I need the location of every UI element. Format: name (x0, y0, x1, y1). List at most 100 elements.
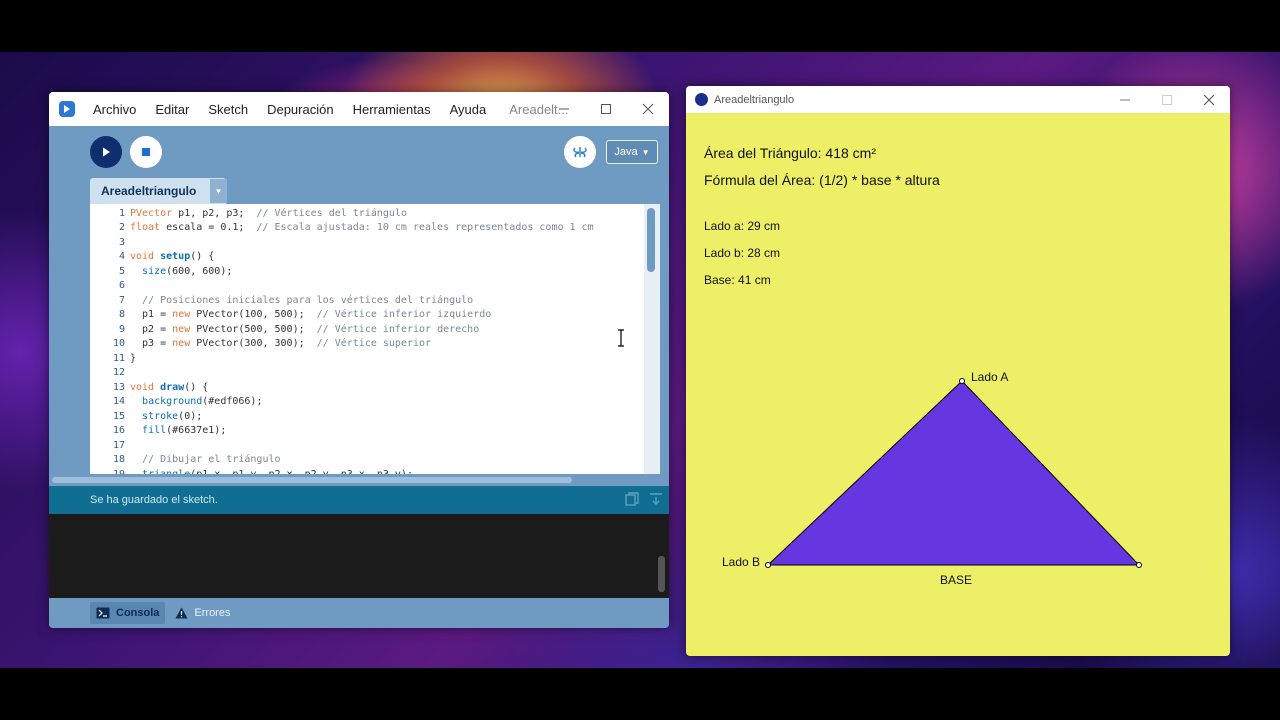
maximize-icon (601, 104, 611, 114)
code-line: 8 p1 = new PVector(100, 500); // Vértice… (90, 308, 644, 323)
mode-selector[interactable]: Java ▼ (606, 140, 658, 164)
line-number: 5 (118, 265, 125, 277)
code-text: p3 = new PVector(300, 300); // Vértice s… (130, 338, 432, 350)
vertex-b-handle[interactable] (765, 562, 771, 568)
processing-ide-window: Archivo Editar Sketch Depuración Herrami… (49, 92, 669, 628)
menu-sketch[interactable]: Sketch (208, 102, 248, 117)
line-number: 15 (112, 410, 125, 422)
scrollbar-thumb[interactable] (52, 477, 572, 483)
triangle-shape (766, 380, 1141, 566)
code-text: // Posiciones iniciales para los vértice… (142, 294, 474, 306)
ide-toolbar: Java ▼ (49, 126, 669, 174)
code-text: float escala = 0.1; // Escala ajustada: … (130, 222, 594, 234)
ide-window-controls (543, 92, 669, 126)
editor-horizontal-scrollbar[interactable] (49, 474, 669, 486)
chevron-down-icon: ▼ (214, 186, 223, 196)
ide-titlebar: Archivo Editar Sketch Depuración Herrami… (49, 92, 669, 126)
minimize-button[interactable] (1104, 86, 1146, 113)
line-number: 1 (118, 207, 125, 219)
code-text: p2 = new PVector(500, 500); // Vértice i… (130, 323, 480, 335)
close-icon (642, 103, 654, 115)
maximize-button[interactable] (1146, 86, 1188, 113)
line-number: 13 (112, 381, 125, 393)
butterfly-icon (573, 147, 587, 158)
stop-button[interactable] (130, 136, 162, 168)
line-number: 7 (118, 294, 125, 306)
line-number: 18 (112, 454, 125, 466)
code-line: 15 stroke(0); (90, 409, 644, 424)
code-text: void draw() { (130, 381, 209, 393)
code-text: void setup() { (130, 251, 215, 263)
status-bar: Se ha guardado el sketch. (49, 486, 669, 514)
processing-logo-icon (59, 101, 75, 117)
vertex-base-right-handle[interactable] (1136, 562, 1142, 568)
code-editor[interactable]: 1 PVector p1, p2, p3; // Vértices del tri… (90, 204, 644, 474)
status-icons (625, 492, 663, 506)
code-text: size(600, 600); (142, 265, 233, 277)
editor-vertical-scrollbar[interactable] (644, 204, 660, 474)
menu-depuracion[interactable]: Depuración (267, 102, 334, 117)
code-line: 6 (90, 279, 644, 294)
maximize-button[interactable] (585, 92, 627, 126)
line-number: 17 (112, 439, 125, 451)
console-tabs: Consola Errores (49, 598, 669, 628)
debugger-button[interactable] (564, 136, 596, 168)
line-number: 3 (118, 236, 125, 248)
console-scrollbar-thumb[interactable] (658, 556, 665, 592)
line-number: 11 (112, 352, 125, 364)
close-button[interactable] (1188, 86, 1230, 113)
code-line: 2 float escala = 0.1; // Escala ajustada:… (90, 221, 644, 236)
code-line: 10 p3 = new PVector(300, 300); // Vértic… (90, 337, 644, 352)
copy-icon[interactable] (625, 492, 639, 506)
code-line: 4 void setup() { (90, 250, 644, 265)
line-number: 14 (112, 396, 125, 408)
code-line: 19 triangle(p1.x, p1.y, p2.x, p2.y, p3.x… (90, 467, 644, 474)
tab-sketch-file[interactable]: Areadeltriangulo (90, 178, 226, 204)
sketch-titlebar: Areadeltriangulo (686, 86, 1230, 113)
menu-ayuda[interactable]: Ayuda (450, 102, 487, 117)
line-number: 8 (118, 309, 125, 321)
terminal-icon (96, 607, 110, 619)
vertex-a-handle[interactable] (959, 378, 965, 384)
code-text: p1 = new PVector(100, 500); // Vértice i… (130, 309, 492, 321)
text-cursor-icon (618, 329, 624, 347)
label-lado-a: Lado A (971, 370, 1009, 384)
sketch-output-window: Areadeltriangulo Área del Triángulo: 418… (686, 86, 1230, 656)
line-number: 12 (112, 367, 125, 379)
line-number: 2 (118, 222, 125, 234)
code-line: 3 (90, 235, 644, 250)
tab-consola-label: Consola (116, 607, 160, 619)
scrollbar-thumb[interactable] (647, 208, 655, 272)
tab-errores-label: Errores (194, 607, 231, 619)
play-icon (103, 147, 110, 157)
code-line: 1 PVector p1, p2, p3; // Vértices del tri… (90, 206, 644, 221)
code-line: 16 fill(#6637e1); (90, 424, 644, 439)
tab-errores[interactable]: Errores (169, 602, 236, 624)
run-button[interactable] (90, 136, 122, 168)
chevron-down-icon: ▼ (641, 147, 650, 157)
status-message: Se ha guardado el sketch. (90, 494, 218, 506)
tab-menu-button[interactable]: ▼ (210, 179, 227, 203)
stop-icon (142, 148, 150, 156)
label-lado-b: Lado B (722, 555, 761, 569)
code-text: // Dibujar el triángulo (142, 454, 281, 466)
menu-herramientas[interactable]: Herramientas (353, 102, 431, 117)
minimize-button[interactable] (543, 92, 585, 126)
code-text: stroke(0); (142, 410, 203, 422)
maximize-icon (1162, 94, 1172, 105)
console-output[interactable] (49, 514, 669, 598)
minimize-icon (559, 108, 569, 110)
close-button[interactable] (627, 92, 669, 126)
mode-label: Java (614, 146, 638, 158)
menu-editar[interactable]: Editar (155, 102, 189, 117)
code-line: 14 background(#edf066); (90, 395, 644, 410)
menu-archivo[interactable]: Archivo (93, 102, 136, 117)
code-lines: 1 PVector p1, p2, p3; // Vértices del tri… (90, 206, 644, 474)
tab-consola[interactable]: Consola (90, 602, 166, 624)
line-number: 16 (112, 425, 125, 437)
code-line: 12 (90, 366, 644, 381)
code-line: 13 void draw() { (90, 380, 644, 395)
code-line: 18 // Dibujar el triángulo (90, 453, 644, 468)
collapse-console-icon[interactable] (649, 492, 663, 506)
code-line: 17 (90, 438, 644, 453)
